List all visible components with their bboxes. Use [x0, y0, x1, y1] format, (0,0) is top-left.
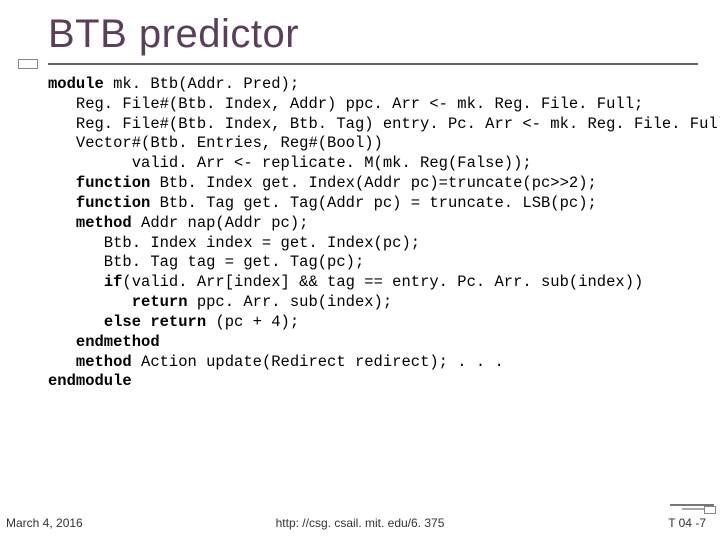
- code-l3: Reg. File#(Btb. Index, Btb. Tag) entry. …: [48, 115, 720, 133]
- code-l12c: ppc. Arr. sub(index);: [188, 293, 393, 311]
- kw-method: method: [76, 353, 132, 371]
- code-l11a: [48, 273, 104, 291]
- kw-else-return: else return: [104, 313, 206, 331]
- code-l6a: [48, 174, 76, 192]
- slide-title: BTB predictor: [48, 12, 698, 57]
- code-l13a: [48, 313, 104, 331]
- footer-date: March 4, 2016: [6, 516, 83, 530]
- code-l1: mk. Btb(Addr. Pred);: [104, 75, 299, 93]
- code-l15a: [48, 353, 76, 371]
- code-l15c: Action update(Redirect redirect); . . .: [132, 353, 504, 371]
- code-l11c: (valid. Arr[index] && tag == entry. Pc. …: [122, 273, 643, 291]
- kw-function: function: [76, 194, 150, 212]
- kw-method: method: [76, 214, 132, 232]
- kw-endmethod: endmethod: [76, 333, 160, 351]
- accent-box-icon: [18, 59, 38, 69]
- kw-endmodule: endmodule: [48, 372, 132, 390]
- code-l7a: [48, 194, 76, 212]
- code-l12a: [48, 293, 132, 311]
- code-l6c: Btb. Index get. Index(Addr pc)=truncate(…: [150, 174, 596, 192]
- footer-page: T 04 -7: [668, 516, 706, 530]
- code-l2: Reg. File#(Btb. Index, Addr) ppc. Arr <-…: [48, 95, 643, 113]
- code-l14a: [48, 333, 76, 351]
- footer: March 4, 2016 http: //csg. csail. mit. e…: [0, 516, 720, 530]
- code-l13c: (pc + 4);: [206, 313, 299, 331]
- code-l10: Btb. Tag tag = get. Tag(pc);: [48, 253, 364, 271]
- kw-module: module: [48, 75, 104, 93]
- code-l8a: [48, 214, 76, 232]
- code-l4: Vector#(Btb. Entries, Reg#(Bool)): [48, 134, 383, 152]
- kw-if: if: [104, 273, 123, 291]
- code-l5: valid. Arr <- replicate. M(mk. Reg(False…: [48, 154, 532, 172]
- kw-function: function: [76, 174, 150, 192]
- code-block: module mk. Btb(Addr. Pred); Reg. File#(B…: [48, 75, 702, 392]
- kw-return: return: [132, 293, 188, 311]
- title-wrap: BTB predictor: [48, 12, 698, 65]
- code-l9: Btb. Index index = get. Index(pc);: [48, 234, 420, 252]
- slide: BTB predictor module mk. Btb(Addr. Pred)…: [0, 0, 720, 540]
- footer-url: http: //csg. csail. mit. edu/6. 375: [276, 516, 445, 530]
- corner-accent-icon: [670, 496, 714, 512]
- code-l7c: Btb. Tag get. Tag(Addr pc) = truncate. L…: [150, 194, 596, 212]
- code-l8c: Addr nap(Addr pc);: [132, 214, 309, 232]
